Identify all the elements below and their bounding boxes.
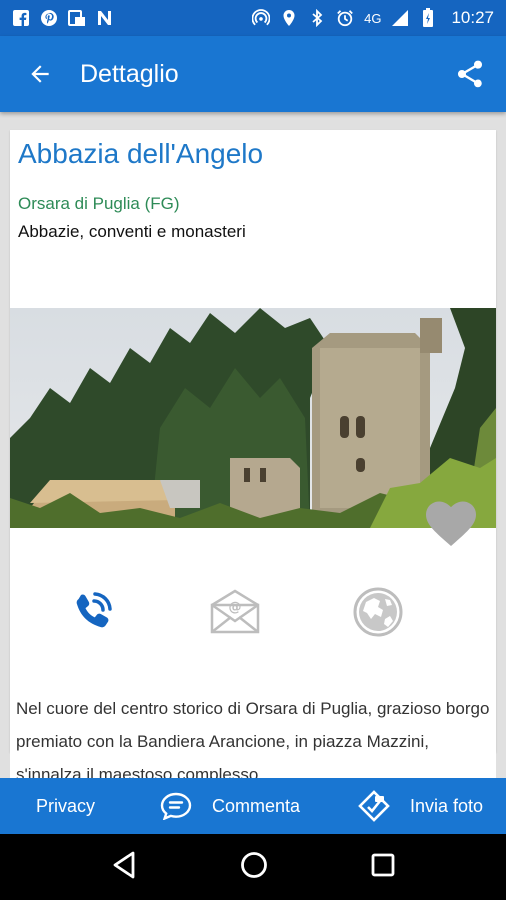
circle-home-icon (241, 851, 267, 878)
clock: 10:27 (451, 8, 494, 27)
email-icon: @ (210, 589, 260, 634)
privacy-button[interactable]: Privacy (36, 796, 95, 817)
signal-icon (391, 9, 409, 27)
place-category: Abbazie, conventi e monasteri (18, 222, 246, 241)
triangle-back-icon (113, 851, 135, 878)
battery-icon (419, 8, 437, 27)
place-location[interactable]: Orsara di Puglia (FG) (18, 194, 180, 214)
pinterest-icon (40, 9, 58, 27)
location-icon (280, 9, 298, 27)
alarm-icon (336, 9, 354, 27)
detail-content[interactable]: Abbazia dell'Angelo Orsara di Puglia (FG… (0, 112, 506, 778)
network-type: 4G (364, 10, 382, 26)
description-card: Nel cuore del centro storico di Orsara d… (10, 684, 496, 778)
sim-app-icon (68, 9, 86, 27)
nav-back-button[interactable] (111, 851, 137, 884)
globe-icon (353, 587, 403, 637)
place-title: Abbazia dell'Angelo (18, 138, 264, 169)
website-button[interactable] (348, 582, 408, 642)
phone-icon (76, 592, 112, 628)
comment-button[interactable]: Commenta (160, 792, 300, 820)
n-app-icon (96, 9, 114, 27)
call-button[interactable] (62, 582, 122, 642)
contact-actions: @ (10, 578, 496, 648)
arrow-back-icon (31, 65, 49, 83)
facebook-icon (12, 9, 30, 27)
heart-icon (426, 501, 476, 546)
send-photo-button[interactable]: Invia foto (358, 790, 483, 822)
hotspot-icon (252, 9, 271, 27)
comment-label: Commenta (212, 795, 301, 816)
back-button[interactable] (0, 36, 80, 112)
status-bar: 4G 10:27 (0, 0, 506, 36)
favorite-button[interactable] (424, 498, 478, 550)
bluetooth-icon (308, 9, 326, 27)
share-button[interactable] (434, 36, 506, 112)
app-bar: Dettaglio (0, 36, 506, 112)
send-photo-label: Invia foto (410, 795, 484, 816)
place-description: Nel cuore del centro storico di Orsara d… (16, 699, 490, 778)
nav-home-button[interactable] (240, 851, 268, 884)
email-button[interactable]: @ (205, 582, 265, 642)
privacy-label: Privacy (36, 795, 96, 816)
system-nav-bar (0, 834, 506, 900)
send-photo-icon (358, 790, 390, 822)
bottom-action-bar: Privacy Commenta Invia foto (0, 778, 506, 834)
status-notifications (12, 9, 114, 27)
detail-card: Abbazia dell'Angelo Orsara di Puglia (FG… (10, 130, 496, 752)
nav-recents-button[interactable] (371, 853, 395, 882)
status-system: 4G 10:27 (252, 8, 494, 28)
share-icon (458, 60, 482, 88)
square-recents-icon (371, 853, 395, 876)
page-title: Dettaglio (80, 59, 179, 88)
comment-icon (160, 792, 192, 820)
place-photo[interactable] (10, 308, 496, 528)
svg-text:@: @ (229, 600, 242, 615)
